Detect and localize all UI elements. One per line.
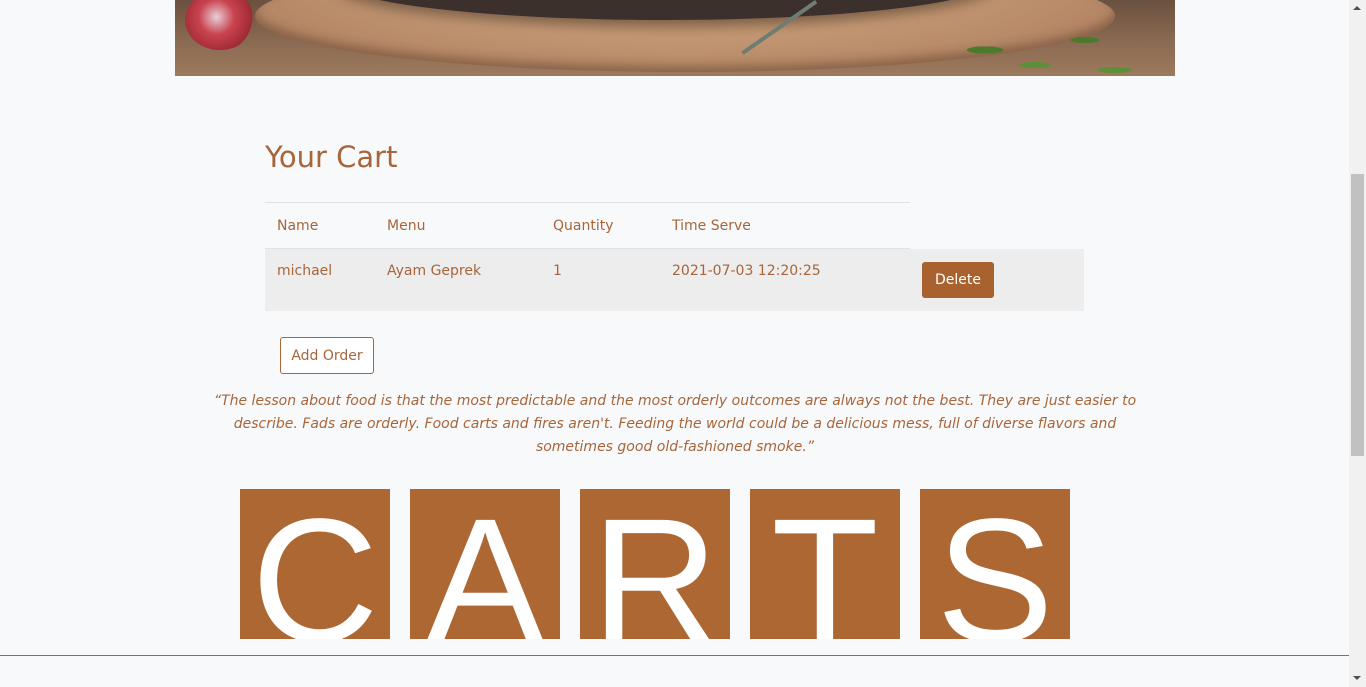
tile-letter-t: T — [750, 489, 900, 639]
footer-divider — [0, 655, 1349, 656]
hero-food-image — [175, 0, 1175, 76]
scroll-down-arrow-icon[interactable] — [1349, 670, 1366, 687]
cell-action: Delete — [910, 248, 1084, 311]
page-scrollbar[interactable] — [1349, 0, 1366, 687]
column-header-action — [910, 203, 1084, 249]
column-header-name: Name — [265, 202, 375, 249]
cell-time-serve: 2021-07-03 12:20:25 — [660, 248, 910, 311]
herb-image — [945, 10, 1145, 76]
tile-letter-c: C — [240, 489, 390, 639]
table-header-row: Name Menu Quantity Time Serve — [265, 202, 1084, 249]
tile-letter: S — [936, 489, 1054, 639]
tile-letter-a: A — [410, 489, 560, 639]
cell-menu: Ayam Geprek — [375, 248, 541, 311]
food-quote: “The lesson about food is that the most … — [213, 393, 1137, 455]
tile-letter-r: R — [580, 489, 730, 639]
cell-name: michael — [265, 248, 375, 311]
delete-button[interactable]: Delete — [922, 261, 994, 298]
cart-table: Name Menu Quantity Time Serve michael Ay… — [265, 202, 1084, 311]
column-header-menu: Menu — [375, 202, 541, 249]
page-title: Your Cart — [265, 140, 398, 174]
scroll-up-arrow-icon[interactable] — [1349, 0, 1366, 17]
page: Your Cart Name Menu Quantity Time Serve … — [0, 0, 1349, 687]
carts-logo-tiles: C A R T S — [240, 489, 1070, 639]
cell-quantity: 1 — [541, 248, 660, 311]
tile-letter: C — [251, 489, 379, 639]
tile-letter: A — [426, 489, 544, 639]
table-row: michael Ayam Geprek 1 2021-07-03 12:20:2… — [265, 248, 1084, 311]
flower-image — [185, 0, 255, 50]
tile-letter-s: S — [920, 489, 1070, 639]
column-header-time-serve: Time Serve — [660, 202, 910, 249]
scrollbar-thumb[interactable] — [1351, 174, 1364, 456]
column-header-quantity: Quantity — [541, 202, 660, 249]
tile-letter: R — [591, 489, 719, 639]
add-order-button[interactable]: Add Order — [280, 337, 374, 374]
tile-letter: T — [771, 489, 879, 639]
